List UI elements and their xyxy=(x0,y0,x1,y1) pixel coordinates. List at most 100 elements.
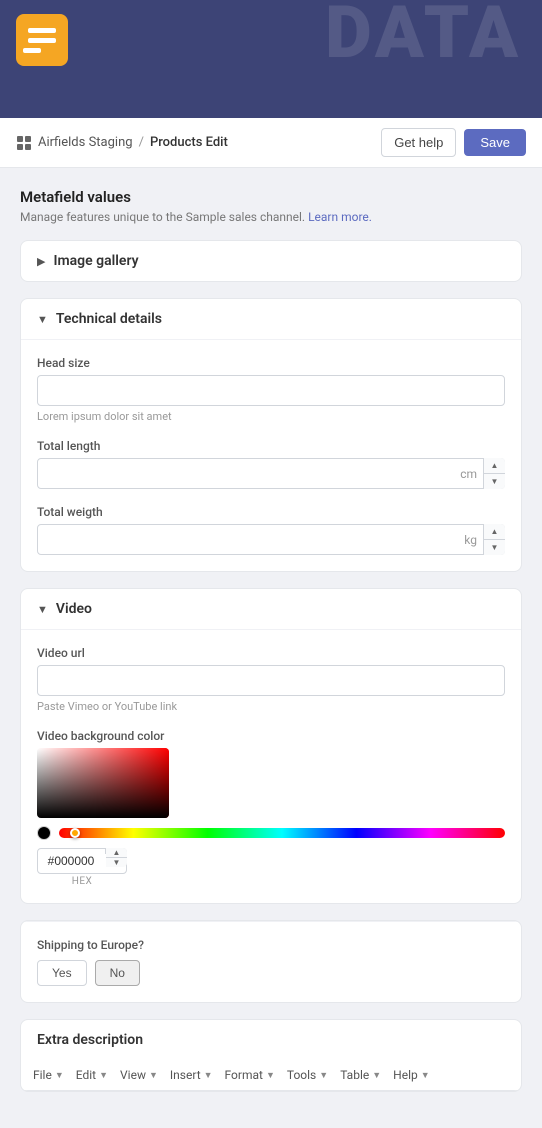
metafield-subtitle: Manage features unique to the Sample sal… xyxy=(20,210,522,224)
image-gallery-title: Image gallery xyxy=(53,253,138,269)
extra-description-card: Extra description File ▼ Edit ▼ View ▼ I… xyxy=(20,1019,522,1092)
toolbar-insert-label: Insert xyxy=(170,1068,201,1082)
total-weight-unit: kg xyxy=(464,533,477,547)
top-bar: DATA xyxy=(0,0,542,80)
breadcrumb-current-page: Products Edit xyxy=(150,135,228,150)
image-gallery-card: ▶ Image gallery xyxy=(20,240,522,282)
video-bg-color-field: Video background color xyxy=(37,729,505,887)
logo-line-2 xyxy=(28,38,56,43)
head-size-hint: Lorem ipsum dolor sit amet xyxy=(37,410,505,423)
total-length-unit: cm xyxy=(460,467,477,481)
total-weight-wrapper: kg ▲ ▼ xyxy=(37,524,505,555)
shipping-question: Shipping to Europe? xyxy=(37,938,505,952)
video-title: Video xyxy=(56,601,92,617)
toolbar-table[interactable]: Table ▼ xyxy=(340,1068,381,1082)
view-caret-icon: ▼ xyxy=(149,1070,158,1081)
hue-thumb xyxy=(70,828,80,838)
shipping-body: Shipping to Europe? Yes No xyxy=(21,921,521,1002)
total-length-input[interactable] xyxy=(37,458,505,489)
total-weight-decrement[interactable]: ▼ xyxy=(484,540,505,555)
breadcrumb-actions: Get help Save xyxy=(381,128,526,157)
get-help-button[interactable]: Get help xyxy=(381,128,456,157)
total-weight-increment[interactable]: ▲ xyxy=(484,524,505,540)
total-length-label: Total length xyxy=(37,439,505,453)
hex-label: HEX xyxy=(72,876,93,887)
toolbar-view-label: View xyxy=(120,1068,146,1082)
toolbar-tools-label: Tools xyxy=(287,1068,316,1082)
logo-line-1 xyxy=(28,28,56,33)
shipping-card: Shipping to Europe? Yes No xyxy=(20,920,522,1003)
total-weight-spinner: ▲ ▼ xyxy=(483,524,505,555)
technical-details-chevron: ▼ xyxy=(37,313,48,326)
metafield-section: Metafield values Manage features unique … xyxy=(20,188,522,224)
total-weight-input[interactable] xyxy=(37,524,505,555)
tools-caret-icon: ▼ xyxy=(319,1070,328,1081)
technical-details-title: Technical details xyxy=(56,311,162,327)
toolbar-edit-label: Edit xyxy=(76,1068,96,1082)
image-gallery-chevron: ▶ xyxy=(37,255,45,268)
extra-description-title: Extra description xyxy=(37,1032,143,1048)
color-gradient-canvas[interactable] xyxy=(37,748,169,818)
color-canvas-dark-overlay xyxy=(37,748,169,818)
video-header[interactable]: ▼ Video xyxy=(21,589,521,629)
editor-toolbar: File ▼ Edit ▼ View ▼ Insert ▼ Format ▼ T… xyxy=(21,1060,521,1091)
hex-increment[interactable]: ▲ xyxy=(106,848,127,858)
toolbar-insert[interactable]: Insert ▼ xyxy=(170,1068,213,1082)
format-caret-icon: ▼ xyxy=(266,1070,275,1081)
color-canvas-inner xyxy=(37,748,169,818)
hex-input-container: ▲ ▼ HEX xyxy=(37,848,127,887)
learn-more-link[interactable]: Learn more. xyxy=(308,210,372,224)
toolbar-format-label: Format xyxy=(225,1068,263,1082)
insert-caret-icon: ▼ xyxy=(204,1070,213,1081)
total-length-increment[interactable]: ▲ xyxy=(484,458,505,474)
app-logo xyxy=(16,14,68,66)
hex-decrement[interactable]: ▼ xyxy=(106,858,127,867)
color-swatch xyxy=(37,826,51,840)
video-chevron: ▼ xyxy=(37,603,48,616)
total-length-field: Total length cm ▲ ▼ xyxy=(37,439,505,489)
total-length-decrement[interactable]: ▼ xyxy=(484,474,505,489)
toolbar-file[interactable]: File ▼ xyxy=(33,1068,64,1082)
total-weight-label: Total weigth xyxy=(37,505,505,519)
video-url-field: Video url Paste Vimeo or YouTube link xyxy=(37,646,505,713)
extra-description-header: Extra description xyxy=(21,1020,521,1060)
logo-line-3 xyxy=(23,48,41,53)
hex-spinner: ▲ ▼ xyxy=(105,848,127,854)
technical-details-header[interactable]: ▼ Technical details xyxy=(21,299,521,339)
breadcrumb-separator: / xyxy=(139,135,144,150)
save-button[interactable]: Save xyxy=(464,129,526,156)
video-url-hint: Paste Vimeo or YouTube link xyxy=(37,700,505,713)
toolbar-file-label: File xyxy=(33,1068,52,1082)
hue-slider[interactable] xyxy=(59,828,505,838)
grid-icon xyxy=(16,135,32,151)
edit-caret-icon: ▼ xyxy=(99,1070,108,1081)
toolbar-edit[interactable]: Edit ▼ xyxy=(76,1068,108,1082)
table-caret-icon: ▼ xyxy=(372,1070,381,1081)
hex-input-row: ▲ ▼ HEX xyxy=(37,848,505,887)
hue-slider-row xyxy=(37,826,505,840)
main-content: Metafield values Manage features unique … xyxy=(0,168,542,1128)
video-bg-color-label: Video background color xyxy=(37,729,505,743)
toolbar-tools[interactable]: Tools ▼ xyxy=(287,1068,328,1082)
breadcrumb-app-name[interactable]: Airfields Staging xyxy=(38,135,133,150)
head-size-input[interactable] xyxy=(37,375,505,406)
image-gallery-header[interactable]: ▶ Image gallery xyxy=(21,241,521,281)
breadcrumb-bar: Airfields Staging / Products Edit Get he… xyxy=(0,118,542,168)
video-url-input[interactable] xyxy=(37,665,505,696)
video-body: Video url Paste Vimeo or YouTube link Vi… xyxy=(21,629,521,903)
metafield-title: Metafield values xyxy=(20,188,522,206)
metafield-subtitle-text: Manage features unique to the Sample sal… xyxy=(20,210,305,224)
breadcrumb: Airfields Staging / Products Edit xyxy=(16,135,228,151)
help-caret-icon: ▼ xyxy=(421,1070,430,1081)
total-length-spinner: ▲ ▼ xyxy=(483,458,505,489)
total-weight-field: Total weigth kg ▲ ▼ xyxy=(37,505,505,555)
toolbar-format[interactable]: Format ▼ xyxy=(225,1068,275,1082)
toolbar-view[interactable]: View ▼ xyxy=(120,1068,158,1082)
nav-bar xyxy=(0,80,542,118)
video-card: ▼ Video Video url Paste Vimeo or YouTube… xyxy=(20,588,522,904)
toolbar-table-label: Table xyxy=(340,1068,369,1082)
watermark-text: DATA xyxy=(325,0,522,75)
head-size-field: Head size Lorem ipsum dolor sit amet xyxy=(37,356,505,423)
head-size-label: Head size xyxy=(37,356,505,370)
toolbar-help[interactable]: Help ▼ xyxy=(393,1068,430,1082)
